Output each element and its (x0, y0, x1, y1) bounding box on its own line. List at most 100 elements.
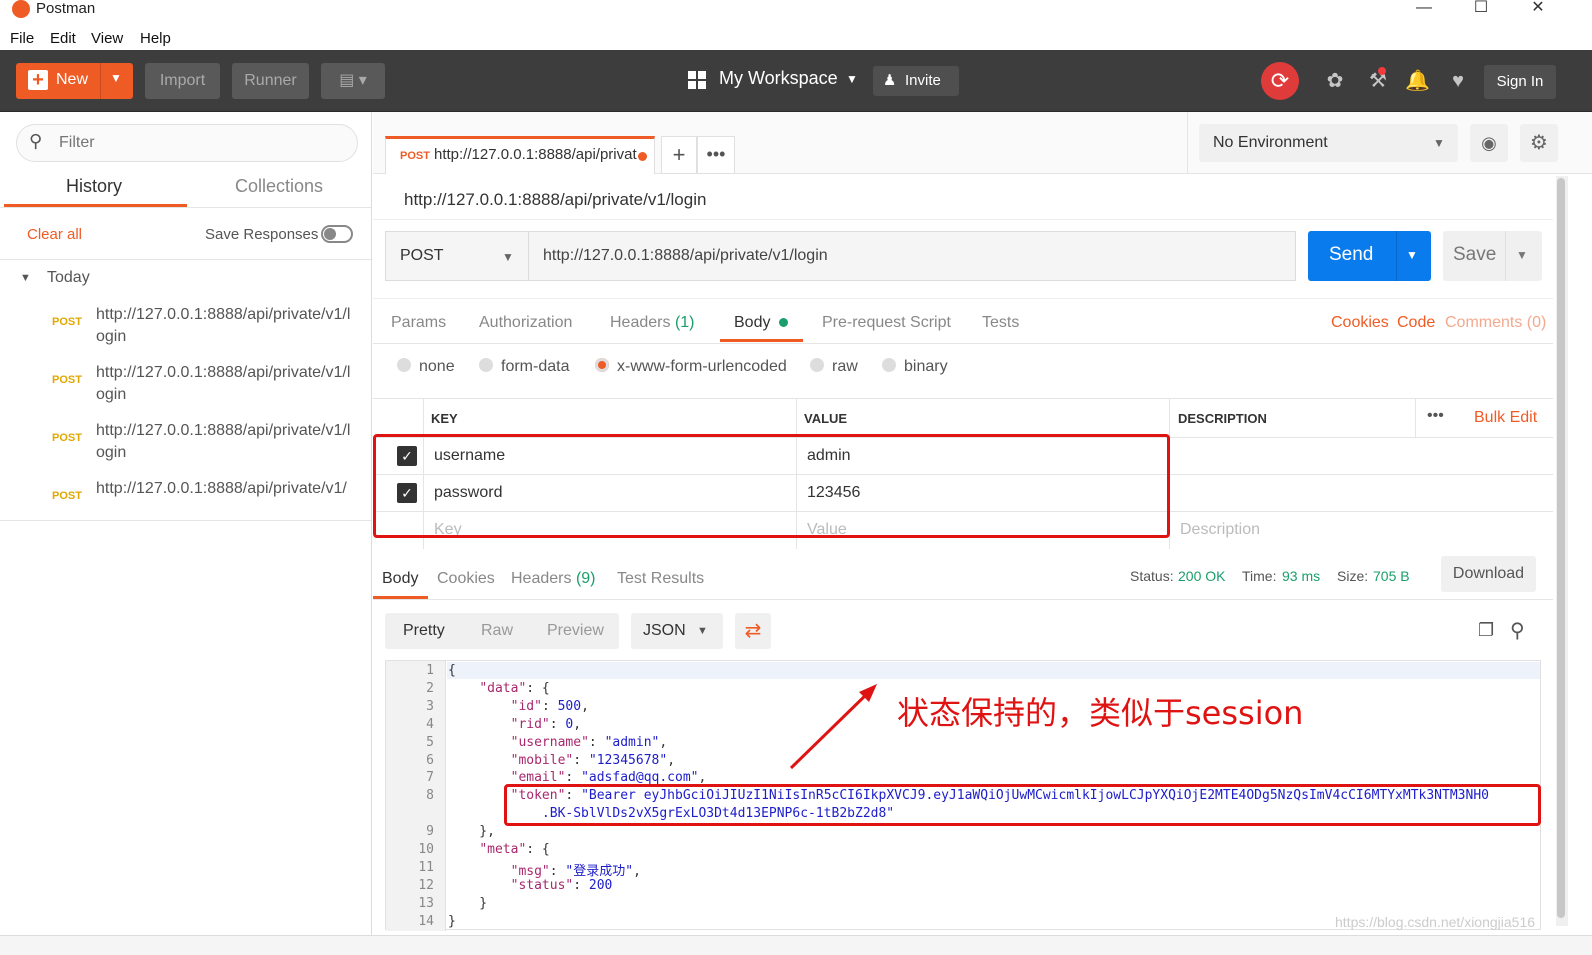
menu-help[interactable]: Help (140, 30, 171, 47)
size-value: 705 B (1373, 568, 1410, 584)
satellite-icon[interactable]: ✿ (1324, 70, 1346, 92)
history-item[interactable]: POST http://127.0.0.1:8888/api/private/v… (0, 358, 372, 416)
save-button[interactable]: Save ▼ (1443, 231, 1542, 281)
size-label: Size: (1337, 568, 1369, 584)
bulk-edit-link[interactable]: Bulk Edit (1474, 409, 1537, 427)
send-button[interactable]: Send ▼ (1308, 231, 1431, 281)
wrap-lines-icon[interactable]: ⇄ (735, 613, 771, 649)
workspace-chevron-icon[interactable]: ▼ (846, 72, 858, 86)
body-mode-raw[interactable]: raw (810, 358, 858, 376)
response-headers-count: (9) (575, 570, 596, 587)
workspace-selector[interactable]: My Workspace (719, 68, 838, 89)
save-label: Save (1453, 244, 1497, 265)
environment-label: No Environment (1213, 134, 1328, 151)
body-mode-urlencoded[interactable]: x-www-form-urlencoded (595, 358, 787, 376)
history-item[interactable]: POST http://127.0.0.1:8888/api/private/v… (0, 474, 372, 532)
active-response-tab-indicator (373, 596, 428, 599)
response-tab-headers[interactable]: Headers (9) (511, 570, 596, 588)
tab-options-button[interactable]: ••• (697, 136, 735, 174)
close-icon[interactable]: ✕ (1515, 0, 1561, 24)
settings-gear-icon[interactable]: ⚙ (1520, 124, 1558, 162)
eye-icon[interactable]: ◉ (1470, 124, 1508, 162)
format-select[interactable]: JSON ▼ (631, 613, 723, 649)
token-highlight-box (504, 784, 1541, 826)
tab-params[interactable]: Params (391, 314, 446, 332)
headers-count: (1) (674, 314, 695, 331)
url-value: http://127.0.0.1:8888/api/private/v1/log… (543, 247, 828, 264)
maximize-icon[interactable]: ☐ (1458, 0, 1504, 24)
line-number: 1 (426, 663, 434, 678)
code-line: "status": 200 (510, 877, 613, 893)
url-input[interactable]: http://127.0.0.1:8888/api/private/v1/log… (528, 231, 1296, 281)
new-window-button[interactable]: ▤ ▾ (321, 63, 385, 99)
comments-link[interactable]: Comments (0) (1445, 314, 1546, 332)
minimize-icon[interactable]: — (1401, 0, 1447, 24)
search-icon[interactable]: ⚲ (1510, 618, 1525, 643)
response-tab-cookies[interactable]: Cookies (437, 570, 495, 588)
heart-icon[interactable]: ♥ (1447, 70, 1469, 92)
plus-icon: + (28, 70, 48, 90)
invite-button[interactable]: ♟ Invite (873, 66, 959, 96)
new-description-placeholder[interactable]: Description (1180, 521, 1260, 539)
history-item[interactable]: POST http://127.0.0.1:8888/api/private/v… (0, 300, 372, 358)
code-line: "rid": 0, (510, 716, 582, 732)
save-responses-label: Save Responses (205, 226, 319, 243)
view-raw[interactable]: Raw (481, 622, 513, 640)
scrollbar-thumb[interactable] (1557, 178, 1565, 918)
environment-select[interactable]: No Environment ▼ (1199, 124, 1458, 162)
history-url: http://127.0.0.1:8888/api/private/v1/log… (96, 364, 351, 403)
copy-icon[interactable]: ❐ (1478, 620, 1494, 641)
tab-url: http://127.0.0.1:8888/api/privat (434, 146, 637, 163)
menu-bar: File Edit View Help (0, 26, 1592, 50)
cookies-link[interactable]: Cookies (1331, 314, 1389, 332)
import-button[interactable]: Import (145, 63, 220, 99)
history-item[interactable]: POST http://127.0.0.1:8888/api/private/v… (0, 416, 372, 474)
tab-body[interactable]: Body (734, 314, 788, 332)
method-select[interactable]: POST ▼ (385, 231, 528, 281)
body-mode-binary[interactable]: binary (882, 358, 948, 376)
bell-icon[interactable]: 🔔 (1405, 70, 1430, 92)
body-mode-form-data[interactable]: form-data (479, 358, 569, 376)
tab-pre-request-script[interactable]: Pre-request Script (822, 314, 951, 332)
chevron-down-icon: ▼ (697, 625, 708, 637)
sync-icon[interactable]: ⟳ (1261, 62, 1299, 100)
runner-button[interactable]: Runner (232, 63, 309, 99)
save-options-icon[interactable]: ▼ (1516, 248, 1528, 262)
menu-edit[interactable]: Edit (50, 30, 76, 47)
menu-view[interactable]: View (91, 30, 123, 47)
body-mode-none[interactable]: none (397, 358, 455, 376)
code-link[interactable]: Code (1397, 314, 1435, 332)
main-panel: POST http://127.0.0.1:8888/api/privat + … (373, 112, 1592, 935)
filter-box[interactable]: ⚲ (16, 124, 358, 162)
send-options-icon[interactable]: ▼ (1406, 248, 1418, 262)
status-value: 200 OK (1178, 568, 1226, 584)
history-group-label: Today (47, 269, 90, 286)
line-number: 14 (418, 913, 434, 929)
download-button[interactable]: Download (1441, 556, 1536, 592)
clear-all-link[interactable]: Clear all (27, 226, 82, 243)
new-button[interactable]: + New ▼ (16, 63, 133, 99)
collapse-chevron-icon[interactable]: ▼ (20, 272, 31, 284)
tab-headers[interactable]: Headers (1) (610, 314, 695, 332)
chevron-down-icon[interactable]: ▼ (110, 71, 122, 85)
new-tab-button[interactable]: + (661, 136, 697, 174)
save-responses-toggle[interactable] (321, 225, 353, 243)
more-options-icon[interactable]: ••• (1427, 407, 1444, 425)
filter-input[interactable] (59, 132, 339, 154)
method-badge: POST (52, 374, 82, 386)
column-header-value: VALUE (804, 411, 848, 426)
status-label: Status: (1130, 568, 1174, 584)
request-tab[interactable]: POST http://127.0.0.1:8888/api/privat (385, 136, 655, 174)
response-tab-body[interactable]: Body (382, 570, 418, 588)
code-line: } (448, 895, 488, 911)
tab-tests[interactable]: Tests (982, 314, 1019, 332)
menu-file[interactable]: File (10, 30, 34, 47)
new-window-icon: ▤ ▾ (339, 72, 367, 89)
tab-authorization[interactable]: Authorization (479, 314, 572, 332)
view-pretty[interactable]: Pretty (403, 622, 445, 640)
sign-in-button[interactable]: Sign In (1484, 65, 1556, 99)
tab-history[interactable]: History (66, 176, 122, 197)
tab-collections[interactable]: Collections (235, 176, 323, 197)
view-preview[interactable]: Preview (547, 622, 604, 640)
response-tab-test-results[interactable]: Test Results (617, 570, 704, 588)
